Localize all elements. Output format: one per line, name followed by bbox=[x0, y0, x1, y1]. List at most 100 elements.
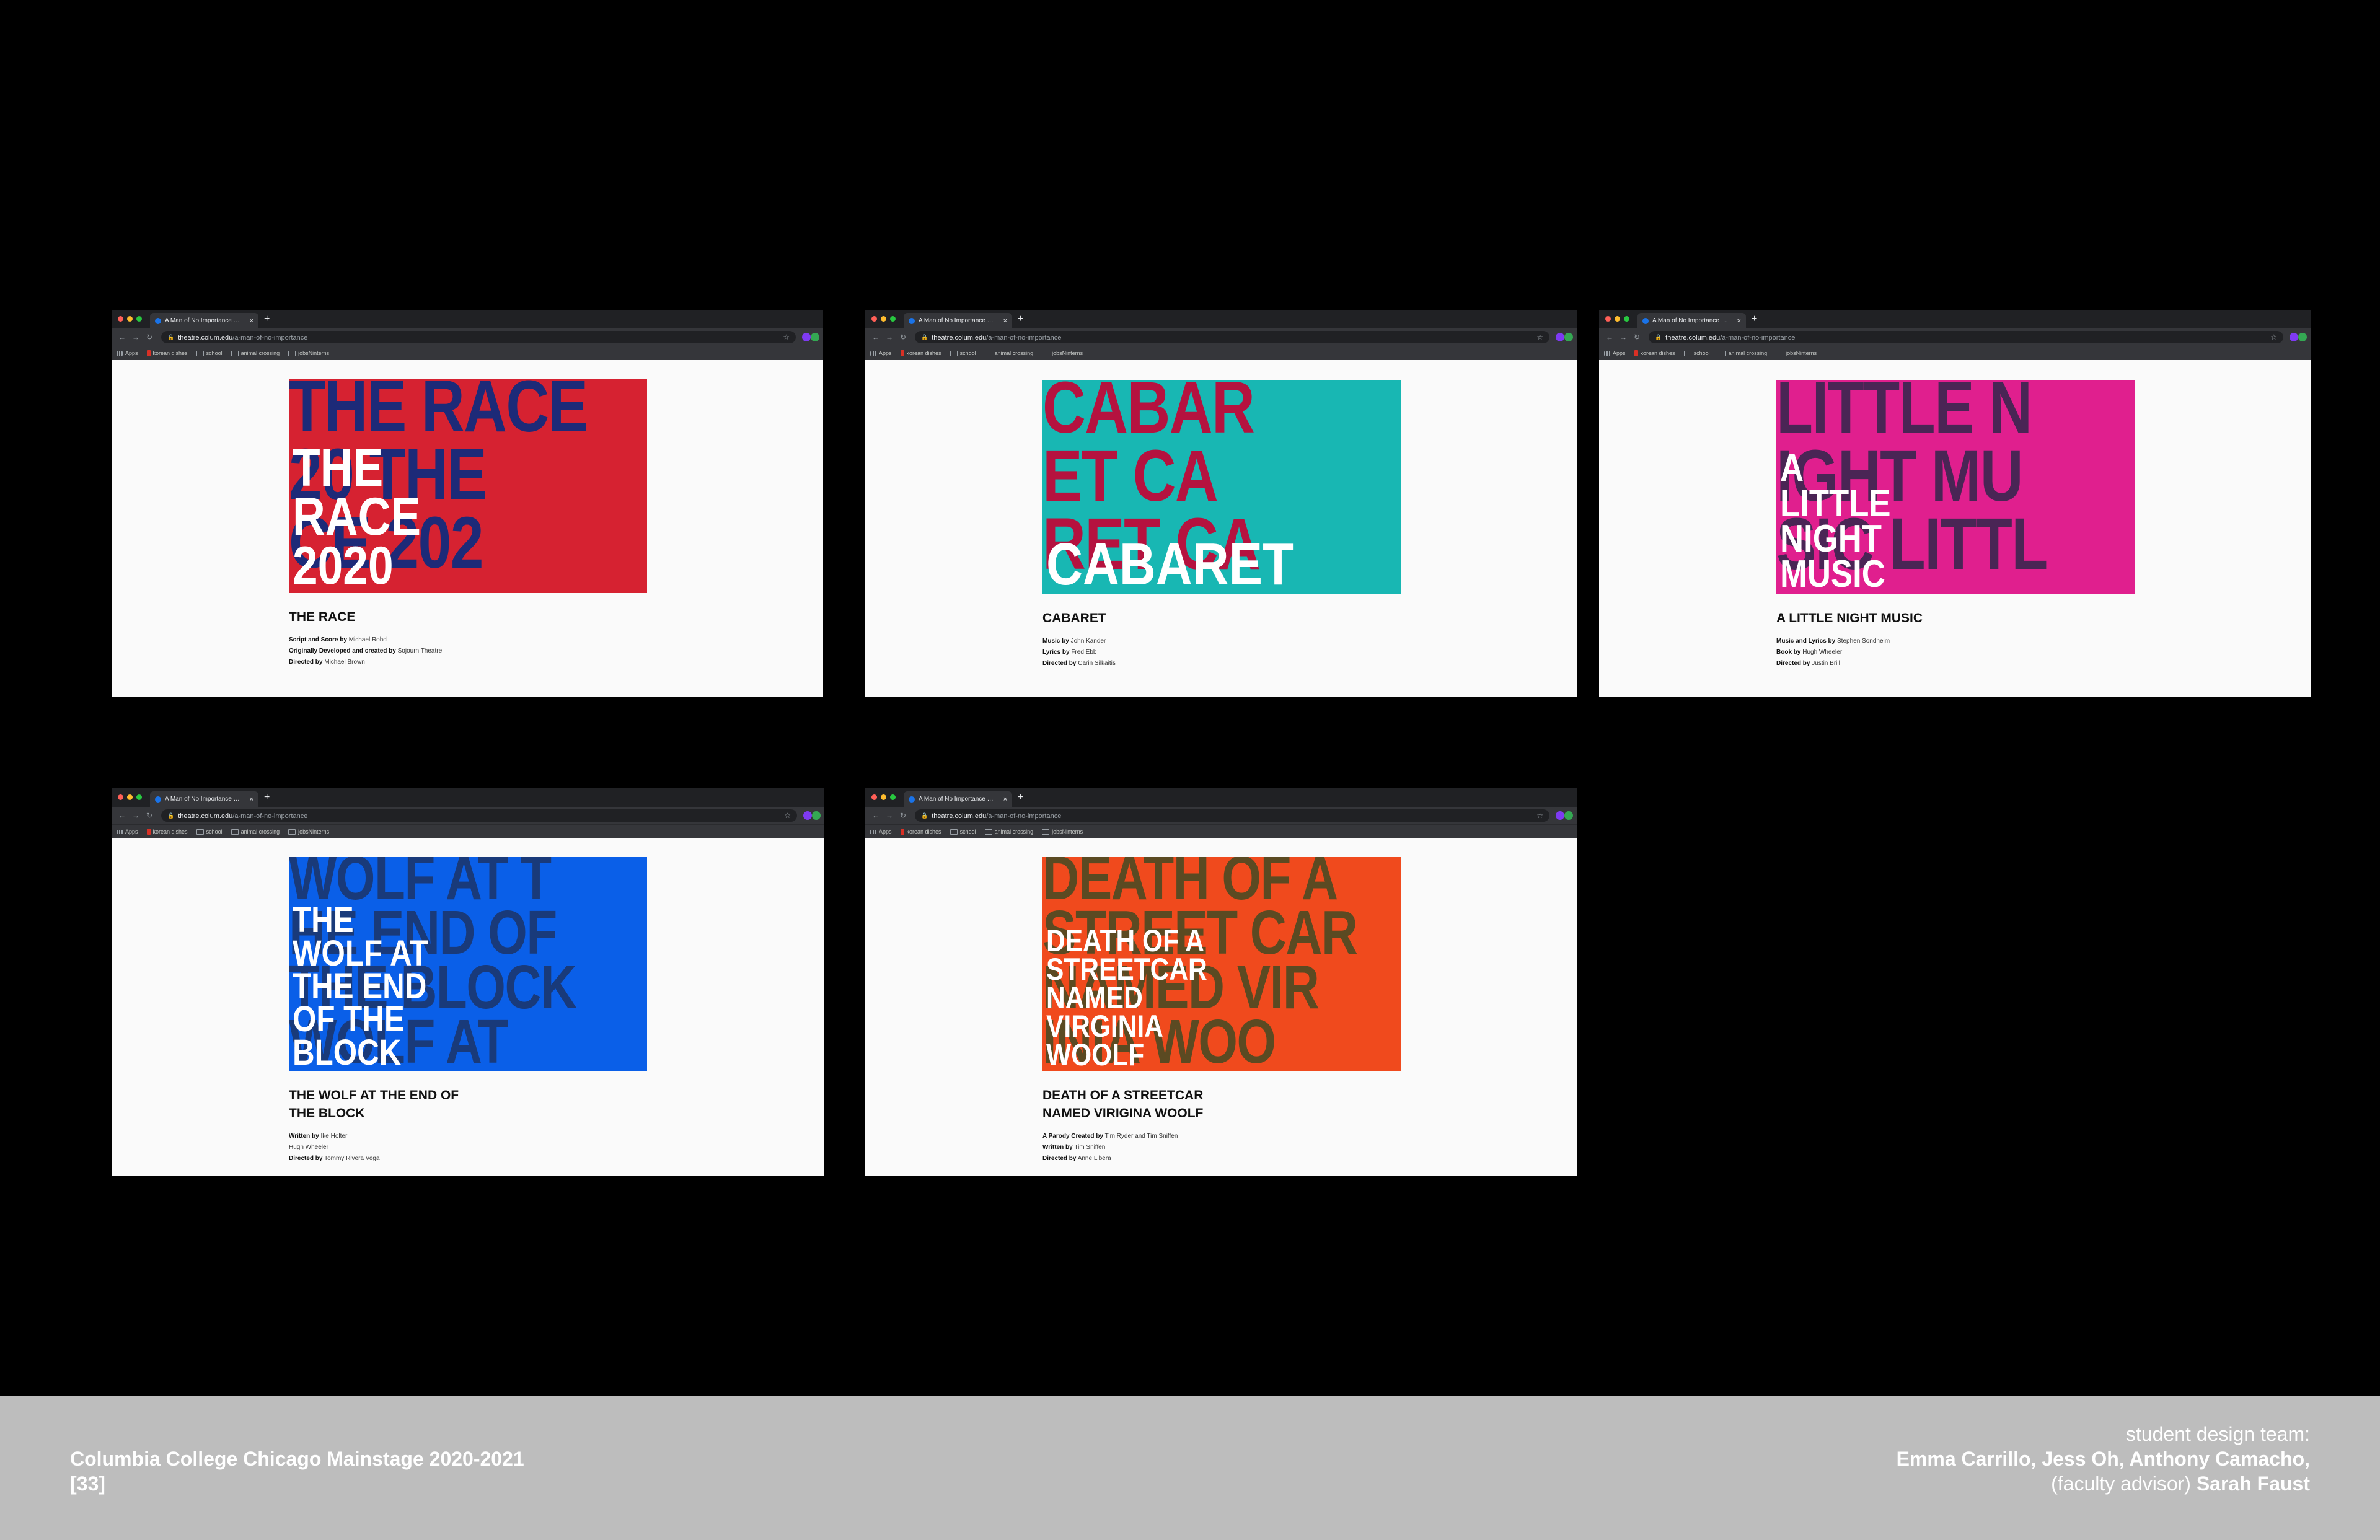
bookmark-item[interactable]: Apps bbox=[117, 829, 138, 835]
bookmarks-bar: Apps korean dishes school animal crossing jo… bbox=[865, 346, 1577, 360]
address-bar[interactable]: 🔒 theatre.colum.edu/a-man-of-no-importanc… bbox=[915, 331, 1549, 343]
tab-bar: A Man of No Importance — Co × + bbox=[865, 788, 1577, 807]
bookmark-star-icon[interactable]: ☆ bbox=[1536, 811, 1543, 820]
address-bar[interactable]: 🔒 theatre.colum.edu/a-man-of-no-importanc… bbox=[161, 809, 797, 822]
bookmark-item[interactable]: animal crossing bbox=[231, 350, 280, 356]
profile-avatar[interactable] bbox=[811, 333, 819, 341]
close-window-button[interactable] bbox=[118, 316, 123, 322]
reload-icon[interactable]: ↻ bbox=[1630, 333, 1644, 341]
maximize-window-button[interactable] bbox=[136, 316, 142, 322]
extension-icon[interactable] bbox=[1556, 811, 1564, 820]
address-bar[interactable]: 🔒 theatre.colum.edu/a-man-of-no-importanc… bbox=[1649, 331, 2283, 343]
team-label: student design team: bbox=[2125, 1423, 2310, 1445]
tab-close-icon[interactable]: × bbox=[1003, 317, 1007, 325]
new-tab-button[interactable]: + bbox=[264, 314, 270, 325]
window-controls bbox=[118, 794, 142, 800]
new-tab-button[interactable]: + bbox=[1752, 314, 1757, 325]
bookmark-star-icon[interactable]: ☆ bbox=[2270, 333, 2277, 341]
bookmark-item[interactable]: korean dishes bbox=[900, 350, 941, 356]
browser-tab[interactable]: A Man of No Importance — Co × bbox=[904, 313, 1012, 328]
extension-icon[interactable] bbox=[802, 333, 811, 341]
bookmark-item[interactable]: animal crossing bbox=[231, 829, 280, 835]
back-arrow-icon[interactable]: ← bbox=[1603, 333, 1616, 341]
new-tab-button[interactable]: + bbox=[264, 792, 270, 803]
bookmarks-bar: Apps korean dishes school animal crossing jo… bbox=[1599, 346, 2311, 360]
browser-tab[interactable]: A Man of No Importance — Co × bbox=[150, 313, 258, 328]
forward-arrow-icon[interactable]: → bbox=[129, 333, 143, 341]
back-arrow-icon[interactable]: ← bbox=[115, 811, 129, 820]
back-arrow-icon[interactable]: ← bbox=[869, 333, 883, 341]
credit-line: A Parody Created by Tim Ryder and Tim Sn… bbox=[1042, 1131, 1178, 1142]
maximize-window-button[interactable] bbox=[136, 794, 142, 800]
extension-icon[interactable] bbox=[1556, 333, 1564, 341]
bookmark-item[interactable]: jobsNinterns bbox=[1042, 350, 1083, 356]
url-host: theatre.colum.edu bbox=[932, 812, 987, 820]
extension-icon[interactable] bbox=[803, 811, 812, 820]
bookmark-item[interactable]: jobsNinterns bbox=[1776, 350, 1817, 356]
bookmark-item[interactable]: korean dishes bbox=[900, 829, 941, 835]
url-host: theatre.colum.edu bbox=[1665, 334, 1721, 341]
reload-icon[interactable]: ↻ bbox=[143, 333, 156, 341]
forward-arrow-icon[interactable]: → bbox=[883, 811, 896, 820]
close-window-button[interactable] bbox=[118, 794, 123, 800]
bookmark-item[interactable]: Apps bbox=[870, 829, 892, 835]
close-window-button[interactable] bbox=[1605, 316, 1611, 322]
bookmark-star-icon[interactable]: ☆ bbox=[784, 811, 791, 820]
tab-close-icon[interactable]: × bbox=[1737, 317, 1741, 325]
bookmark-item[interactable]: school bbox=[196, 829, 223, 835]
minimize-window-button[interactable] bbox=[881, 316, 886, 322]
profile-avatar[interactable] bbox=[1564, 333, 1573, 341]
bookmark-item[interactable]: Apps bbox=[870, 350, 892, 356]
tab-close-icon[interactable]: × bbox=[250, 796, 253, 803]
bookmark-star-icon[interactable]: ☆ bbox=[783, 333, 790, 341]
new-tab-button[interactable]: + bbox=[1018, 792, 1023, 803]
bookmark-item[interactable]: school bbox=[1683, 350, 1710, 356]
bookmark-item[interactable]: Apps bbox=[1604, 350, 1626, 356]
bookmark-item[interactable]: animal crossing bbox=[984, 829, 1033, 835]
bookmark-item[interactable]: jobsNinterns bbox=[288, 829, 329, 835]
bookmark-item[interactable]: jobsNinterns bbox=[288, 350, 329, 356]
minimize-window-button[interactable] bbox=[1615, 316, 1620, 322]
browser-tab[interactable]: A Man of No Importance — Co × bbox=[150, 791, 258, 807]
browser-tab[interactable]: A Man of No Importance — Co × bbox=[904, 791, 1012, 807]
bookmark-item[interactable]: animal crossing bbox=[984, 350, 1033, 356]
bookmark-item[interactable]: jobsNinterns bbox=[1042, 829, 1083, 835]
profile-avatar[interactable] bbox=[1564, 811, 1573, 820]
reload-icon[interactable]: ↻ bbox=[896, 811, 910, 820]
forward-arrow-icon[interactable]: → bbox=[883, 333, 896, 341]
browser-tab[interactable]: A Man of No Importance — Co × bbox=[1637, 313, 1746, 328]
back-arrow-icon[interactable]: ← bbox=[115, 333, 129, 341]
bookmark-item[interactable]: school bbox=[950, 829, 976, 835]
address-bar[interactable]: 🔒 theatre.colum.edu/a-man-of-no-importanc… bbox=[161, 331, 796, 343]
bookmark-item[interactable]: korean dishes bbox=[146, 350, 188, 356]
tab-close-icon[interactable]: × bbox=[250, 317, 253, 325]
bookmark-item[interactable]: animal crossing bbox=[1718, 350, 1767, 356]
bookmark-item[interactable]: school bbox=[950, 350, 976, 356]
bookmark-item[interactable]: korean dishes bbox=[146, 829, 188, 835]
maximize-window-button[interactable] bbox=[1624, 316, 1629, 322]
profile-avatar[interactable] bbox=[812, 811, 821, 820]
maximize-window-button[interactable] bbox=[890, 794, 896, 800]
new-tab-button[interactable]: + bbox=[1018, 314, 1023, 325]
bookmark-item[interactable]: korean dishes bbox=[1634, 350, 1675, 356]
extension-icon[interactable] bbox=[2290, 333, 2298, 341]
forward-arrow-icon[interactable]: → bbox=[129, 811, 143, 820]
bookmark-item[interactable]: Apps bbox=[117, 350, 138, 356]
reload-icon[interactable]: ↻ bbox=[896, 333, 910, 341]
forward-arrow-icon[interactable]: → bbox=[1616, 333, 1630, 341]
tab-close-icon[interactable]: × bbox=[1003, 796, 1007, 803]
close-window-button[interactable] bbox=[871, 794, 877, 800]
back-arrow-icon[interactable]: ← bbox=[869, 811, 883, 820]
credit-line: Directed by Justin Brill bbox=[1776, 658, 1890, 669]
maximize-window-button[interactable] bbox=[890, 316, 896, 322]
minimize-window-button[interactable] bbox=[127, 316, 133, 322]
minimize-window-button[interactable] bbox=[127, 794, 133, 800]
profile-avatar[interactable] bbox=[2298, 333, 2307, 341]
credit-name: Michael Rohd bbox=[348, 636, 387, 643]
reload-icon[interactable]: ↻ bbox=[143, 811, 156, 820]
address-bar[interactable]: 🔒 theatre.colum.edu/a-man-of-no-importanc… bbox=[915, 809, 1549, 822]
minimize-window-button[interactable] bbox=[881, 794, 886, 800]
bookmark-item[interactable]: school bbox=[196, 350, 223, 356]
close-window-button[interactable] bbox=[871, 316, 877, 322]
bookmark-star-icon[interactable]: ☆ bbox=[1536, 333, 1543, 341]
